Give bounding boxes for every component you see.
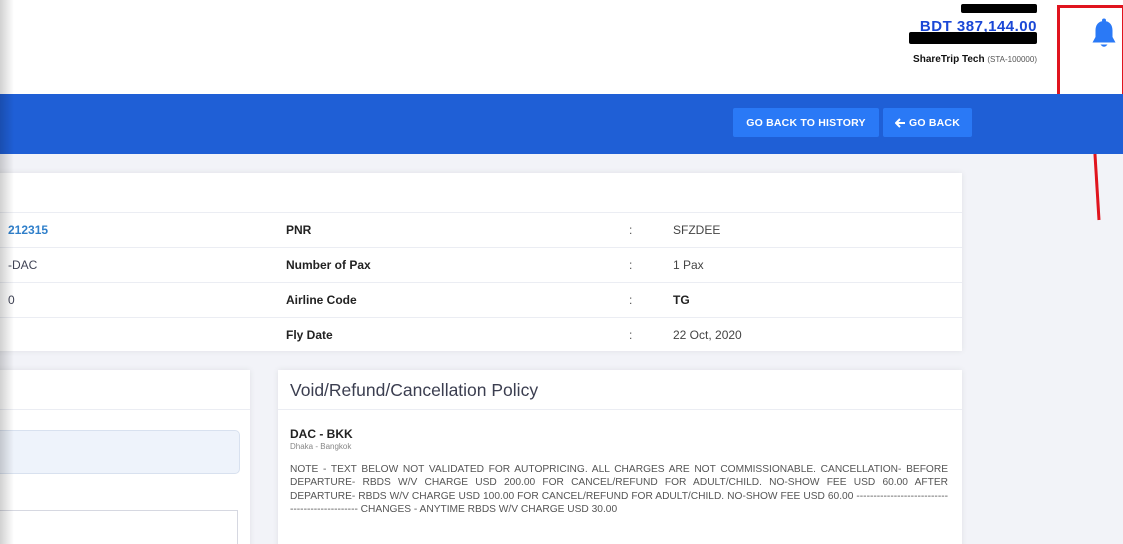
- airline-code-value: TG: [673, 293, 690, 307]
- bell-icon: [1092, 18, 1116, 47]
- company-name: ShareTrip Tech: [913, 54, 985, 65]
- table-row: 0 Airline Code : TG: [0, 283, 962, 318]
- info-colon: :: [629, 293, 633, 307]
- table-row: 212315 PNR : SFZDEE: [0, 213, 962, 248]
- go-back-label: GO BACK: [909, 116, 960, 129]
- info-left-value: 0: [8, 293, 15, 307]
- info-label: PNR: [286, 223, 312, 237]
- policy-body: DAC - BKK Dhaka - Bangkok NOTE - TEXT BE…: [278, 410, 962, 516]
- remarks-input[interactable]: [0, 510, 238, 544]
- side-info-panel: [0, 430, 240, 474]
- route-code: DAC - BKK: [290, 427, 353, 441]
- booking-id-link[interactable]: 212315: [8, 213, 48, 248]
- pax-value: 1 Pax: [673, 258, 704, 272]
- info-colon: :: [629, 328, 633, 342]
- booking-info-header: [0, 173, 962, 213]
- booking-info-card: 212315 PNR : SFZDEE -DAC Number of Pax :…: [0, 173, 962, 351]
- policy-text: NOTE - TEXT BELOW NOT VALIDATED FOR AUTO…: [290, 464, 948, 515]
- arrow-left-icon: [895, 117, 905, 128]
- policy-card: Void/Refund/Cancellation Policy DAC - BK…: [278, 370, 962, 544]
- action-toolbar: GO BACK TO HISTORY GO BACK: [0, 94, 1123, 154]
- info-colon: :: [629, 258, 633, 272]
- route-value: -DAC: [8, 258, 38, 272]
- info-label: Fly Date: [286, 328, 333, 342]
- side-card: [0, 370, 250, 544]
- top-header: techAdmin BDT 387,144.00 ShareTrip Tech …: [0, 0, 1123, 94]
- pnr-value: SFZDEE: [673, 223, 721, 237]
- notification-button[interactable]: [1082, 14, 1123, 54]
- info-label: Airline Code: [286, 293, 357, 307]
- go-back-to-history-button[interactable]: GO BACK TO HISTORY: [733, 108, 879, 137]
- go-back-to-history-label: GO BACK TO HISTORY: [746, 116, 866, 129]
- company-label: ShareTrip Tech (STA-100000): [913, 52, 1037, 68]
- info-label: Number of Pax: [286, 258, 371, 272]
- side-card-header: [0, 370, 250, 410]
- info-colon: :: [629, 223, 633, 237]
- table-row: -DAC Number of Pax : 1 Pax: [0, 248, 962, 283]
- fly-date-value: 22 Oct, 2020: [673, 328, 742, 342]
- policy-title: Void/Refund/Cancellation Policy: [278, 370, 962, 410]
- table-row: Fly Date : 22 Oct, 2020: [0, 318, 962, 353]
- go-back-button[interactable]: GO BACK: [883, 108, 972, 137]
- redaction-bar: [961, 4, 1037, 13]
- company-id: (STA-100000): [987, 55, 1037, 64]
- redaction-bar: [909, 32, 1037, 44]
- route-name: Dhaka - Bangkok: [290, 442, 352, 451]
